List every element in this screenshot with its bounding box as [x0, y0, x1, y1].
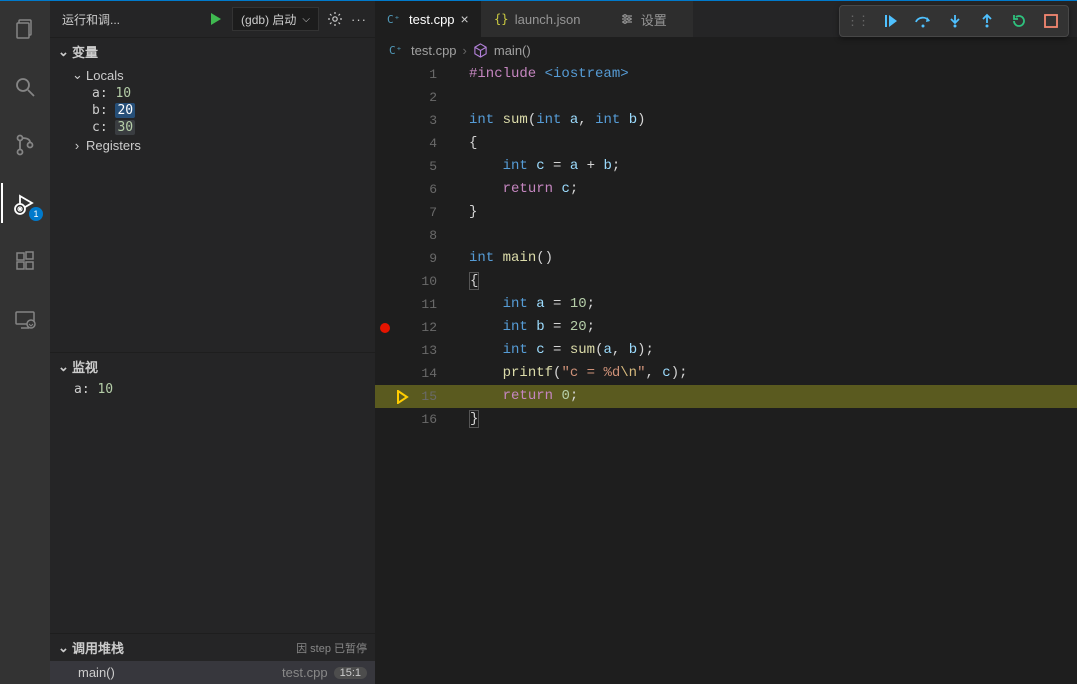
breakpoint-icon[interactable]	[380, 323, 390, 333]
frame-func: main()	[78, 665, 282, 680]
sidebar-panel: 运行和调... (gdb) 启动 ⌵ ··· ⌄ 变量 ⌄ Locals	[50, 1, 375, 684]
activity-bar: 1	[0, 1, 50, 684]
activity-extensions[interactable]	[1, 241, 49, 281]
activity-explorer[interactable]	[1, 9, 49, 49]
symbol-method-icon	[473, 43, 488, 58]
section-callstack: ⌄ 调用堆栈 因 step 已暂停 main() test.cpp 15:1	[50, 633, 375, 684]
variable-row[interactable]: c: 30	[72, 119, 365, 136]
execution-pointer-icon	[397, 390, 411, 404]
scope-locals-label: Locals	[86, 68, 124, 83]
gear-icon[interactable]	[327, 11, 343, 27]
chevron-right-icon: ›	[72, 138, 82, 153]
breadcrumb-symbol: main()	[494, 43, 531, 58]
breadcrumb-file: test.cpp	[411, 43, 457, 58]
editor-tab[interactable]: C⁺ test.cpp ×	[375, 1, 481, 37]
callstack-status: 因 step 已暂停	[296, 640, 367, 656]
activity-run-debug[interactable]: 1	[1, 183, 49, 223]
watch-row[interactable]: a: 10	[50, 380, 375, 399]
chevron-down-icon: ⌄	[72, 67, 82, 83]
section-watch-header[interactable]: ⌄ 监视	[50, 353, 375, 380]
tab-label: 设置	[641, 10, 667, 29]
svg-text:C⁺: C⁺	[387, 13, 400, 26]
tab-label: launch.json	[515, 12, 581, 27]
sidebar-title: 运行和调...	[58, 11, 200, 28]
step-over-button[interactable]	[912, 8, 934, 34]
step-into-button[interactable]	[944, 8, 966, 34]
section-watch-label: 监视	[72, 357, 98, 376]
start-debug-icon[interactable]	[208, 11, 224, 27]
stop-button[interactable]	[1040, 8, 1062, 34]
frame-line: 15:1	[334, 667, 367, 679]
section-variables: ⌄ 变量 ⌄ Locals a: 10 b: 20 c: 30 ›	[50, 37, 375, 352]
variable-row[interactable]: a: 10	[72, 85, 365, 102]
debug-badge: 1	[29, 207, 43, 221]
section-callstack-header[interactable]: ⌄ 调用堆栈 因 step 已暂停	[50, 634, 375, 661]
cpp-file-icon: C⁺	[387, 11, 403, 27]
section-variables-label: 变量	[72, 42, 98, 61]
close-icon[interactable]: ×	[461, 11, 469, 27]
drag-handle-icon[interactable]: ⋮⋮	[846, 13, 868, 29]
chevron-down-icon: ⌄	[58, 359, 68, 375]
section-callstack-label: 调用堆栈	[72, 638, 124, 657]
continue-button[interactable]	[880, 8, 902, 34]
restart-button[interactable]	[1008, 8, 1030, 34]
more-icon[interactable]: ···	[351, 12, 367, 27]
chevron-down-icon: ⌄	[58, 44, 68, 60]
tab-label: test.cpp	[409, 12, 455, 27]
launch-config-select[interactable]: (gdb) 启动 ⌵	[232, 7, 319, 31]
scope-registers-label: Registers	[86, 138, 141, 153]
callstack-frame[interactable]: main() test.cpp 15:1	[50, 661, 375, 684]
editor-code[interactable]: 1#include <iostream> 2 3int sum(int a, i…	[375, 63, 1077, 431]
activity-source-control[interactable]	[1, 125, 49, 165]
scope-locals[interactable]: ⌄ Locals	[72, 65, 365, 85]
launch-config-label: (gdb) 启动	[241, 11, 296, 28]
svg-text:{}: {}	[494, 12, 508, 26]
breadcrumb[interactable]: C⁺ test.cpp › main()	[375, 37, 1077, 63]
section-watch: ⌄ 监视 a: 10	[50, 352, 375, 633]
chevron-right-icon: ›	[463, 43, 467, 58]
debug-toolbar[interactable]: ⋮⋮	[839, 5, 1069, 37]
editor-tab[interactable]: {} launch.json ×	[481, 1, 607, 37]
svg-text:C⁺: C⁺	[389, 44, 402, 57]
section-variables-header[interactable]: ⌄ 变量	[50, 38, 375, 65]
settings-icon	[619, 11, 635, 27]
activity-remote[interactable]	[1, 299, 49, 339]
json-file-icon: {}	[493, 11, 509, 27]
editor-tab[interactable]: 设置 ×	[607, 1, 693, 37]
scope-registers[interactable]: › Registers	[72, 136, 365, 155]
variable-row[interactable]: b: 20	[72, 102, 365, 119]
chevron-down-icon: ⌄	[58, 640, 68, 656]
sidebar-header: 运行和调... (gdb) 启动 ⌵ ···	[50, 1, 375, 37]
frame-file: test.cpp	[282, 665, 328, 680]
editor-area: ⋮⋮ C⁺ test.cpp × {} launch.json × 设置	[375, 1, 1077, 684]
cpp-file-icon: C⁺	[389, 42, 405, 58]
step-out-button[interactable]	[976, 8, 998, 34]
activity-search[interactable]	[1, 67, 49, 107]
chevron-down-icon: ⌵	[302, 14, 310, 25]
